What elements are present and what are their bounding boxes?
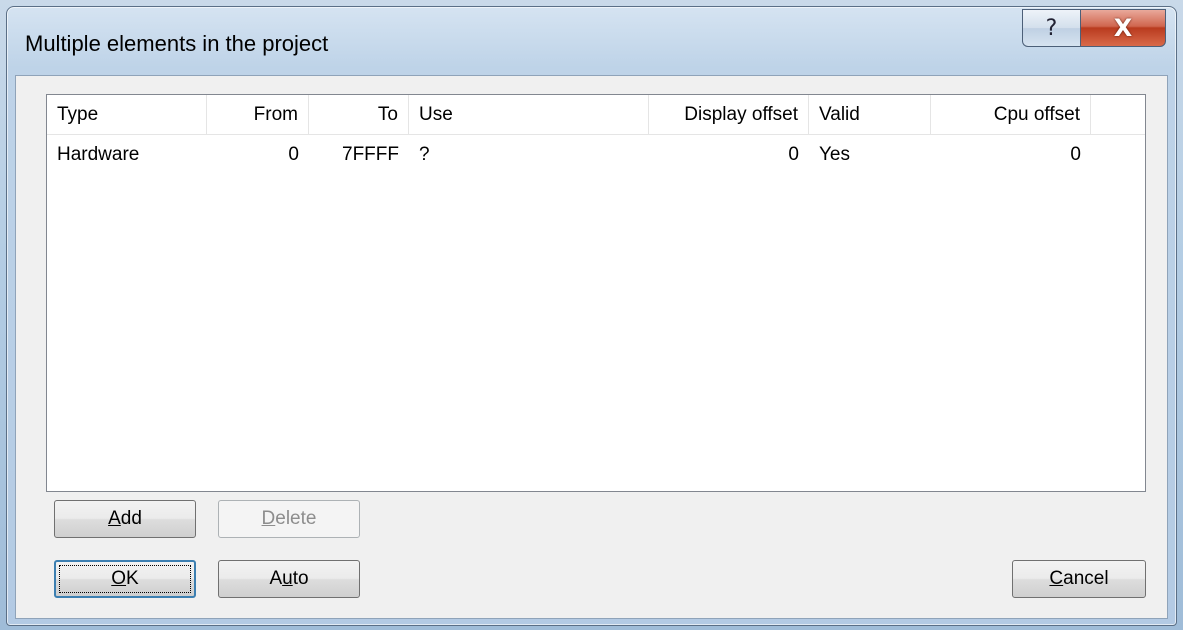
cell-cpu-offset: 0 <box>1070 144 1081 165</box>
column-header-filler <box>1091 95 1145 135</box>
add-button-accel: A <box>108 508 121 529</box>
column-header-valid[interactable]: Valid <box>809 95 931 135</box>
help-icon: ? <box>1045 15 1058 41</box>
cell-from: 0 <box>288 144 299 165</box>
window-title: Multiple elements in the project <box>25 31 329 56</box>
dialog-window: Multiple elements in the project ? X Typ… <box>6 6 1177 626</box>
elements-list[interactable]: Type From To Use Display offset Valid Cp… <box>46 94 1146 492</box>
cell-display-offset: 0 <box>788 144 799 165</box>
cancel-button[interactable]: Cancel <box>1012 560 1146 598</box>
dialog-client-area: Type From To Use Display offset Valid Cp… <box>15 75 1168 619</box>
ok-button[interactable]: OK <box>54 560 196 598</box>
list-header: Type From To Use Display offset Valid Cp… <box>47 95 1145 135</box>
cancel-button-accel: C <box>1049 568 1064 589</box>
ok-button-label: K <box>126 568 139 589</box>
column-header-display-offset[interactable]: Display offset <box>649 95 809 135</box>
close-button[interactable]: X <box>1080 9 1166 47</box>
column-header-use[interactable]: Use <box>409 95 649 135</box>
title-bar[interactable]: Multiple elements in the project ? X <box>7 7 1176 75</box>
delete-button-label: elete <box>275 508 317 529</box>
cell-type: Hardware <box>57 144 140 165</box>
cell-use: ? <box>419 144 430 165</box>
cancel-button-label: ancel <box>1063 568 1109 589</box>
table-row[interactable]: Hardware 0 7FFFF ? 0 Yes 0 <box>47 137 1145 173</box>
add-button-label: dd <box>120 508 142 529</box>
auto-button-label: to <box>292 568 309 589</box>
column-header-from[interactable]: From <box>207 95 309 135</box>
caption-buttons: ? X <box>1022 9 1166 47</box>
cell-valid: Yes <box>819 144 850 165</box>
column-header-type[interactable]: Type <box>47 95 207 135</box>
auto-button-accel: u <box>282 568 293 589</box>
auto-button-pre: A <box>269 568 283 589</box>
help-button[interactable]: ? <box>1022 9 1080 47</box>
delete-button-accel: D <box>261 508 276 529</box>
ok-button-accel: O <box>111 568 127 589</box>
column-header-cpu-offset[interactable]: Cpu offset <box>931 95 1091 135</box>
add-button[interactable]: Add <box>54 500 196 538</box>
auto-button[interactable]: Au to <box>218 560 360 598</box>
delete-button[interactable]: Delete <box>218 500 360 538</box>
cell-to: 7FFFF <box>342 144 399 165</box>
column-header-to[interactable]: To <box>309 95 409 135</box>
close-icon: X <box>1113 14 1133 42</box>
